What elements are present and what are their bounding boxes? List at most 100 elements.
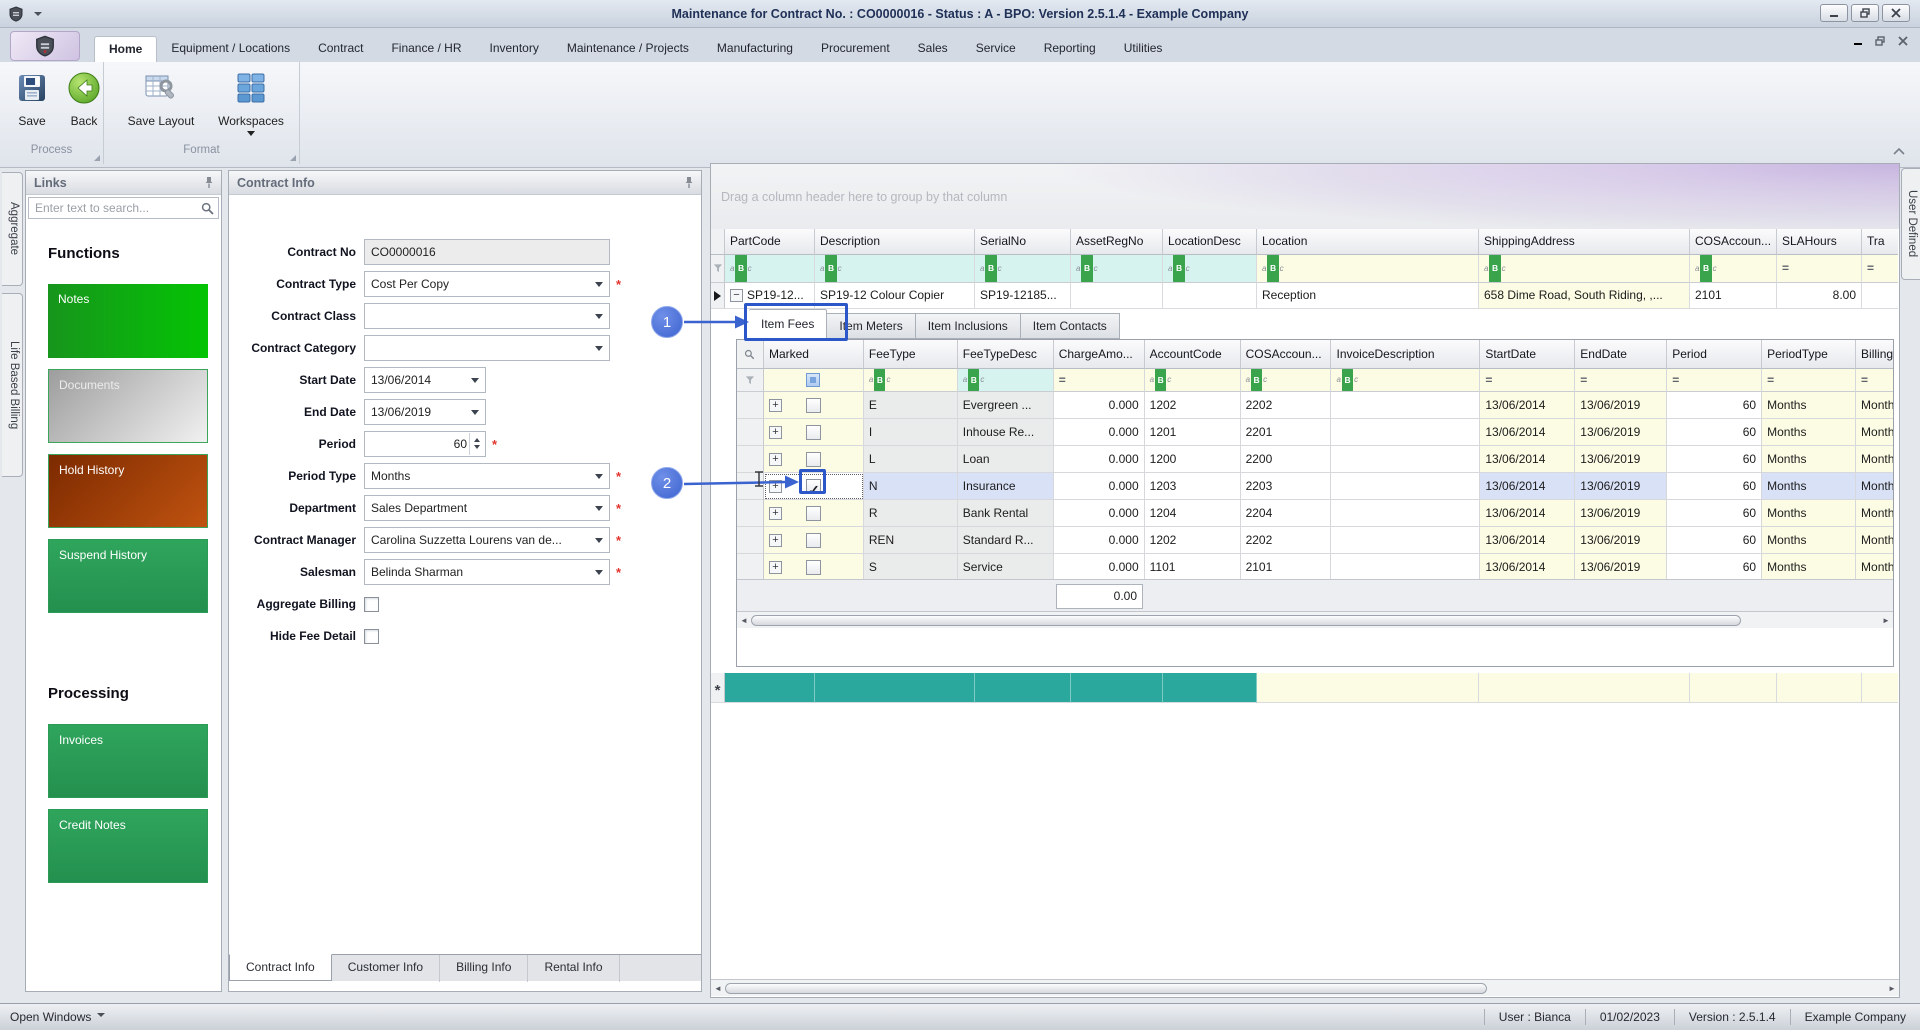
filter-accountcode[interactable]: aBc — [1144, 369, 1241, 392]
periodtype-cell[interactable]: Months — [1762, 473, 1857, 500]
chargeamount-cell[interactable]: 0.000 — [1053, 473, 1145, 500]
filter-locationdesc[interactable]: aBc — [1163, 255, 1257, 283]
feetypedesc-cell[interactable]: Insurance — [957, 473, 1054, 500]
minimize-icon[interactable] — [1853, 37, 1863, 46]
period-cell[interactable]: 60 — [1667, 446, 1763, 473]
expand-icon[interactable]: + — [768, 479, 782, 493]
pin-icon[interactable] — [683, 176, 695, 189]
column-header-location[interactable]: Location — [1257, 229, 1479, 255]
column-header-period[interactable]: Period — [1667, 340, 1763, 369]
column-header-cosaccount[interactable]: COSAccoun... — [1690, 229, 1777, 255]
filter-periodtype[interactable]: = — [1762, 369, 1857, 392]
chargeamount-cell[interactable]: 0.000 — [1053, 527, 1145, 554]
fee-row[interactable]: + REN Standard R... 0.000 1202 2202 13/0… — [737, 527, 1893, 554]
ribbon-tab[interactable]: Inventory — [475, 36, 552, 62]
column-header-description[interactable]: Description — [815, 229, 975, 255]
period-cell[interactable]: 60 — [1667, 554, 1763, 581]
contract-manager-select[interactable]: Carolina Suzzetta Lourens van de... — [364, 527, 610, 553]
filter-billing[interactable]: = — [1856, 369, 1893, 392]
fee-row[interactable]: + S Service 0.000 1101 2101 13/06/2014 1… — [737, 554, 1893, 581]
marked-checkbox[interactable] — [805, 559, 821, 575]
tab-rental-info[interactable]: Rental Info — [528, 955, 620, 982]
period-cell[interactable]: 60 — [1667, 500, 1763, 527]
cosaccount-cell[interactable]: 2202 — [1240, 392, 1332, 419]
enddate-cell[interactable]: 13/06/2019 — [1575, 473, 1668, 500]
notes-button[interactable]: Notes — [48, 284, 208, 358]
invoices-button[interactable]: Invoices — [48, 724, 208, 798]
feetypedesc-cell[interactable]: Standard R... — [957, 527, 1054, 554]
feetypedesc-cell[interactable]: Bank Rental — [957, 500, 1054, 527]
column-header-feetypedesc[interactable]: FeeTypeDesc — [957, 340, 1054, 369]
periodtype-cell[interactable]: Months — [1762, 527, 1857, 554]
accountcode-cell[interactable]: 1203 — [1144, 473, 1241, 500]
tab-billing-info[interactable]: Billing Info — [440, 955, 529, 982]
chargeamount-cell[interactable]: 0.000 — [1053, 554, 1145, 581]
filter-enddate[interactable]: = — [1575, 369, 1668, 392]
column-header-startdate[interactable]: StartDate — [1480, 340, 1576, 369]
feetypedesc-cell[interactable]: Evergreen ... — [957, 392, 1054, 419]
invoicedescription-cell[interactable] — [1331, 446, 1481, 473]
ribbon-tab[interactable]: Manufacturing — [703, 36, 807, 62]
workspaces-button[interactable]: Workspaces — [208, 68, 294, 140]
periodtype-cell[interactable]: Months — [1762, 500, 1857, 527]
scrollbar-thumb[interactable] — [751, 614, 1741, 626]
billing-cell[interactable]: Month — [1856, 500, 1893, 527]
feetype-cell[interactable]: R — [863, 500, 958, 527]
period-cell[interactable]: 60 — [1667, 527, 1763, 554]
feetype-cell[interactable]: REN — [863, 527, 958, 554]
salesman-select[interactable]: Belinda Sharman — [364, 559, 610, 585]
cosaccount-cell[interactable]: 2203 — [1240, 473, 1332, 500]
hold-history-button[interactable]: Hold History — [48, 454, 208, 528]
cosaccount-cell[interactable]: 2201 — [1240, 419, 1332, 446]
chevron-down-icon[interactable] — [97, 1013, 106, 1021]
tab-customer-info[interactable]: Customer Info — [332, 955, 441, 982]
periodtype-cell[interactable]: Months — [1762, 554, 1857, 581]
new-equipment-row[interactable]: * — [711, 673, 1899, 703]
filter-feetypedesc[interactable]: aBc — [957, 369, 1054, 392]
invoicedescription-cell[interactable] — [1331, 392, 1481, 419]
cosaccount-cell[interactable]: 2204 — [1240, 500, 1332, 527]
contract-class-select[interactable] — [364, 303, 610, 329]
marked-checkbox[interactable] — [805, 397, 821, 413]
documents-button[interactable]: Documents — [48, 369, 208, 443]
startdate-cell[interactable]: 13/06/2014 — [1480, 527, 1576, 554]
contract-no-input[interactable]: CO0000016 — [364, 239, 610, 265]
expand-icon[interactable]: + — [768, 452, 782, 466]
accountcode-cell[interactable]: 1202 — [1144, 392, 1241, 419]
scrollbar-thumb[interactable] — [725, 982, 1487, 994]
application-button[interactable] — [10, 31, 80, 61]
feetype-cell[interactable]: S — [863, 554, 958, 581]
ribbon-tab[interactable]: Finance / HR — [377, 36, 475, 62]
ribbon-tab[interactable]: Utilities — [1110, 36, 1177, 62]
ribbon-tab[interactable]: Reporting — [1030, 36, 1110, 62]
billing-cell[interactable]: Month — [1856, 446, 1893, 473]
detail-tab[interactable]: Item Inclusions — [915, 313, 1021, 339]
restore-button[interactable] — [1851, 4, 1879, 22]
feetype-cell[interactable]: N — [863, 473, 958, 500]
ribbon-tab[interactable]: Sales — [904, 36, 962, 62]
column-header-assetregno[interactable]: AssetRegNo — [1071, 229, 1163, 255]
column-header-serialno[interactable]: SerialNo — [975, 229, 1071, 255]
column-header-tra[interactable]: Tra — [1862, 229, 1898, 255]
startdate-cell[interactable]: 13/06/2014 — [1480, 500, 1576, 527]
aggregate-billing-checkbox[interactable] — [364, 596, 379, 612]
spinner-icons[interactable] — [469, 433, 484, 455]
links-search-input[interactable] — [35, 201, 201, 215]
equipment-row[interactable]: − SP19-12... SP19-12 Colour Copier SP19-1… — [711, 283, 1899, 309]
marked-cell[interactable]: + — [763, 554, 864, 581]
ribbon-collapse-icon[interactable] — [1892, 145, 1906, 159]
period-cell[interactable]: 60 — [1667, 392, 1763, 419]
marked-cell[interactable]: + — [763, 527, 864, 554]
expand-icon[interactable]: + — [768, 398, 782, 412]
enddate-cell[interactable]: 13/06/2019 — [1575, 446, 1668, 473]
tab-contract-info[interactable]: Contract Info — [229, 954, 332, 981]
column-header-cosaccount[interactable]: COSAccoun... — [1240, 340, 1332, 369]
marked-checkbox[interactable] — [805, 505, 821, 521]
ribbon-tab[interactable]: Service — [962, 36, 1030, 62]
column-header-partcode[interactable]: PartCode — [725, 229, 815, 255]
suspend-history-button[interactable]: Suspend History — [48, 539, 208, 613]
group-by-panel[interactable]: Drag a column header here to group by th… — [711, 164, 1899, 229]
scroll-left-icon[interactable]: ◄ — [711, 984, 725, 993]
pin-icon[interactable] — [203, 176, 215, 189]
cosaccount-cell[interactable]: 2202 — [1240, 527, 1332, 554]
